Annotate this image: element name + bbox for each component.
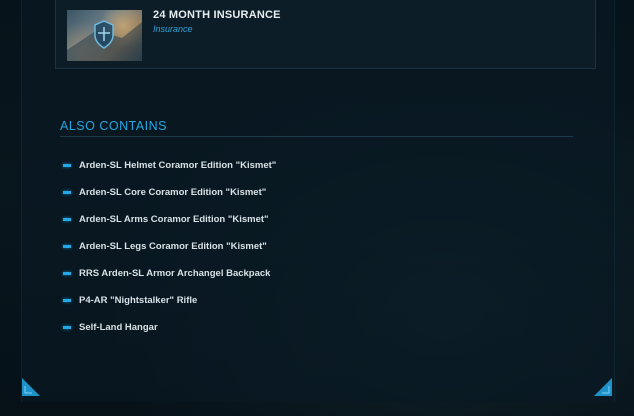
list-item-label: P4-AR "Nightstalker" Rifle (79, 295, 198, 306)
bullet-icon (63, 191, 71, 194)
corner-bracket-icon (594, 378, 612, 396)
shield-icon (67, 20, 142, 61)
list-item: Arden-SL Core Coramor Edition "Kismet" (60, 179, 580, 206)
bullet-icon (63, 299, 71, 302)
list-item: Arden-SL Legs Coramor Edition "Kismet" (60, 233, 580, 260)
insurance-category: Insurance (153, 24, 193, 34)
list-item-label: Arden-SL Core Coramor Edition "Kismet" (79, 187, 267, 198)
list-item: Arden-SL Helmet Coramor Edition "Kismet" (60, 152, 580, 179)
also-contains-heading: ALSO CONTAINS (60, 119, 167, 133)
list-item: P4-AR "Nightstalker" Rifle (60, 287, 580, 314)
list-item-label: Arden-SL Legs Coramor Edition "Kismet" (79, 241, 267, 252)
list-item-label: Arden-SL Arms Coramor Edition "Kismet" (79, 214, 269, 225)
corner-bracket-icon (22, 378, 40, 396)
list-item-label: RRS Arden-SL Armor Archangel Backpack (79, 268, 271, 279)
list-item: RRS Arden-SL Armor Archangel Backpack (60, 260, 580, 287)
list-item-label: Arden-SL Helmet Coramor Edition "Kismet" (79, 160, 277, 171)
section-divider (60, 136, 573, 137)
page: 24 MONTH INSURANCE Insurance ALSO CONTAI… (0, 0, 634, 416)
list-item-label: Self-Land Hangar (79, 322, 158, 333)
bullet-icon (63, 245, 71, 248)
bullet-icon (63, 326, 71, 329)
also-contains-list: Arden-SL Helmet Coramor Edition "Kismet"… (60, 152, 580, 341)
bullet-icon (63, 272, 71, 275)
insurance-thumbnail (67, 10, 142, 61)
bullet-icon (63, 218, 71, 221)
list-item: Arden-SL Arms Coramor Edition "Kismet" (60, 206, 580, 233)
bullet-icon (63, 164, 71, 167)
insurance-title: 24 MONTH INSURANCE (153, 9, 281, 21)
list-item: Self-Land Hangar (60, 314, 580, 341)
